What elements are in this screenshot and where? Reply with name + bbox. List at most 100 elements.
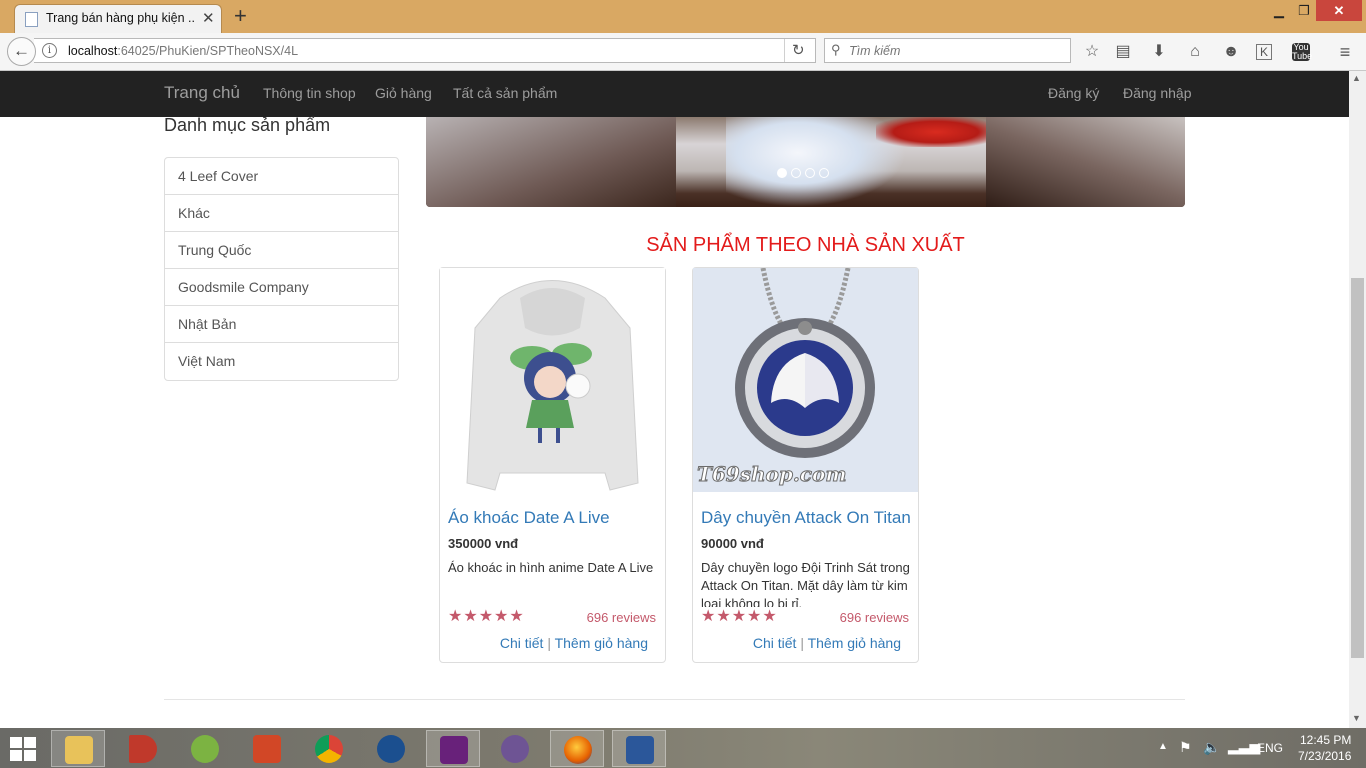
action-center-flag-icon[interactable]: ⚑ <box>1179 739 1192 756</box>
github-desktop-icon[interactable] <box>488 730 542 767</box>
carousel-figure-base <box>986 117 1185 207</box>
category-item[interactable]: Khác <box>165 195 398 232</box>
download-icon[interactable]: ⬇ <box>1148 41 1170 63</box>
category-item[interactable]: Nhật Bản <box>165 306 398 343</box>
category-item[interactable]: Trung Quốc <box>165 232 398 269</box>
url-divider <box>784 39 785 62</box>
restore-icon[interactable]: ❐ <box>1289 0 1319 21</box>
review-count: 696 reviews <box>839 610 909 625</box>
browser-toolbar: i localhost:64025/PhuKien/SPTheoNSX/4L ↻… <box>0 33 1366 71</box>
scroll-down-icon[interactable]: ▼ <box>1352 713 1361 723</box>
search-input[interactable] <box>849 40 1064 61</box>
visual-studio-icon[interactable] <box>426 730 480 767</box>
card-actions: Chi tiết | Thêm giỏ hàng <box>753 635 901 651</box>
nav-cart[interactable]: Giỏ hàng <box>375 85 432 101</box>
hoodie-image <box>440 268 665 492</box>
network-signal-icon[interactable]: ▂▃▅ <box>1228 738 1260 755</box>
clock-date[interactable]: 7/23/2016 <box>1298 749 1351 763</box>
windows-start-icon[interactable] <box>10 737 38 761</box>
add-to-cart-link[interactable]: Thêm giỏ hàng <box>808 635 901 651</box>
action-separator: | <box>800 635 804 651</box>
youtube-icon[interactable]: You Tube <box>1292 43 1312 61</box>
category-item[interactable]: Việt Nam <box>165 343 398 380</box>
rating-stars: ★★★★★ <box>448 608 525 625</box>
carousel-figure-accent <box>876 117 996 147</box>
language-indicator[interactable]: ENG <box>1257 741 1283 755</box>
info-icon[interactable]: i <box>42 43 57 58</box>
chat-icon[interactable]: ☻ <box>1220 41 1242 63</box>
tab-title: Trang bán hàng phụ kiện ... <box>46 11 196 25</box>
tray-expand-icon[interactable]: ▲ <box>1158 741 1168 752</box>
detail-link[interactable]: Chi tiết <box>753 635 797 651</box>
necklace-image <box>693 268 918 492</box>
nav-login[interactable]: Đăng nhập <box>1123 85 1192 101</box>
product-card: Áo khoác Date A Live 350000 vnđ Áo khoác… <box>439 267 666 663</box>
category-item[interactable]: 4 Leef Cover <box>165 158 398 195</box>
scroll-up-icon[interactable]: ▲ <box>1352 73 1361 83</box>
product-price: 90000 vnđ <box>701 536 764 551</box>
detail-link[interactable]: Chi tiết <box>500 635 544 651</box>
product-image[interactable]: T69shop.com <box>693 268 918 492</box>
product-name[interactable]: Áo khoác Date A Live <box>448 508 610 528</box>
page-icon <box>25 12 38 27</box>
footer-divider <box>164 699 1185 700</box>
scroll-thumb[interactable] <box>1351 278 1364 658</box>
back-button[interactable]: ← <box>7 37 36 66</box>
product-description: Dây chuyền logo Đội Trinh Sát trong Atta… <box>701 560 910 607</box>
speaker-app-icon[interactable] <box>116 730 170 767</box>
url-bar[interactable]: i localhost:64025/PhuKien/SPTheoNSX/4L ↻ <box>34 38 816 63</box>
carousel-dot[interactable] <box>791 168 801 178</box>
reload-icon[interactable]: ↻ <box>792 41 805 59</box>
close-window-icon[interactable]: ✕ <box>1316 0 1362 21</box>
menu-icon[interactable]: ≡ <box>1334 41 1356 63</box>
clock-time[interactable]: 12:45 PM <box>1300 733 1351 747</box>
product-description: Áo khoác in hình anime Date A Live <box>448 560 654 575</box>
url-text[interactable]: localhost:64025/PhuKien/SPTheoNSX/4L <box>68 44 298 58</box>
category-item[interactable]: Goodsmile Company <box>165 269 398 306</box>
product-image[interactable] <box>440 268 665 492</box>
url-path: :64025/PhuKien/SPTheoNSX/4L <box>117 44 299 58</box>
add-to-cart-link[interactable]: Thêm giỏ hàng <box>555 635 648 651</box>
rating-stars: ★★★★★ <box>701 608 778 625</box>
volume-icon[interactable]: 🔈 <box>1203 739 1220 756</box>
search-bar[interactable]: ⚲ <box>824 38 1071 63</box>
carousel[interactable] <box>426 117 1185 207</box>
file-explorer-icon[interactable] <box>51 730 105 767</box>
powerpoint-icon[interactable] <box>240 730 294 767</box>
page-scrollbar[interactable]: ▲ ▼ <box>1349 71 1366 728</box>
shop-watermark: T69shop.com <box>696 462 847 487</box>
review-count: 696 reviews <box>586 610 656 625</box>
word-icon[interactable] <box>612 730 666 767</box>
product-name[interactable]: Dây chuyền Attack On Titan <box>701 508 911 528</box>
close-tab-icon[interactable]: ✕ <box>202 9 215 27</box>
carousel-dot[interactable] <box>777 168 787 178</box>
nav-shop-info[interactable]: Thông tin shop <box>263 85 356 101</box>
search-icon: ⚲ <box>831 42 841 57</box>
bookmark-star-icon[interactable]: ☆ <box>1081 41 1103 63</box>
carousel-dot[interactable] <box>819 168 829 178</box>
action-separator: | <box>547 635 551 651</box>
nav-register[interactable]: Đăng ký <box>1048 85 1099 101</box>
category-list: 4 Leef Cover Khác Trung Quốc Goodsmile C… <box>164 157 399 381</box>
sidebar-title: Danh mục sản phẩm <box>164 115 331 135</box>
new-tab-icon[interactable]: + <box>234 3 247 29</box>
carousel-dot[interactable] <box>805 168 815 178</box>
sourcetree-icon[interactable] <box>364 730 418 767</box>
product-price: 350000 vnđ <box>448 536 519 551</box>
card-actions: Chi tiết | Thêm giỏ hàng <box>500 635 648 651</box>
site-navbar: Trang chủ Thông tin shop Giỏ hàng Tất cả… <box>0 71 1349 117</box>
section-title: SẢN PHẨM THEO NHÀ SẢN XUẤT <box>646 234 965 256</box>
carousel-indicators <box>777 165 833 178</box>
nav-brand[interactable]: Trang chủ <box>164 83 240 103</box>
firefox-icon[interactable] <box>550 730 604 767</box>
product-card: T69shop.com Dây chuyền Attack On Titan 9… <box>692 267 919 663</box>
k-extension-icon[interactable]: K <box>1256 44 1272 60</box>
android-studio-icon[interactable] <box>178 730 232 767</box>
nav-all-products[interactable]: Tất cả sản phẩm <box>453 85 557 101</box>
home-icon[interactable]: ⌂ <box>1184 41 1206 63</box>
chrome-icon[interactable] <box>302 730 356 767</box>
carousel-image <box>426 117 676 207</box>
reading-list-icon[interactable]: ▤ <box>1112 41 1134 63</box>
url-host: localhost <box>68 44 118 58</box>
browser-tab[interactable]: Trang bán hàng phụ kiện ... ✕ <box>14 4 222 33</box>
